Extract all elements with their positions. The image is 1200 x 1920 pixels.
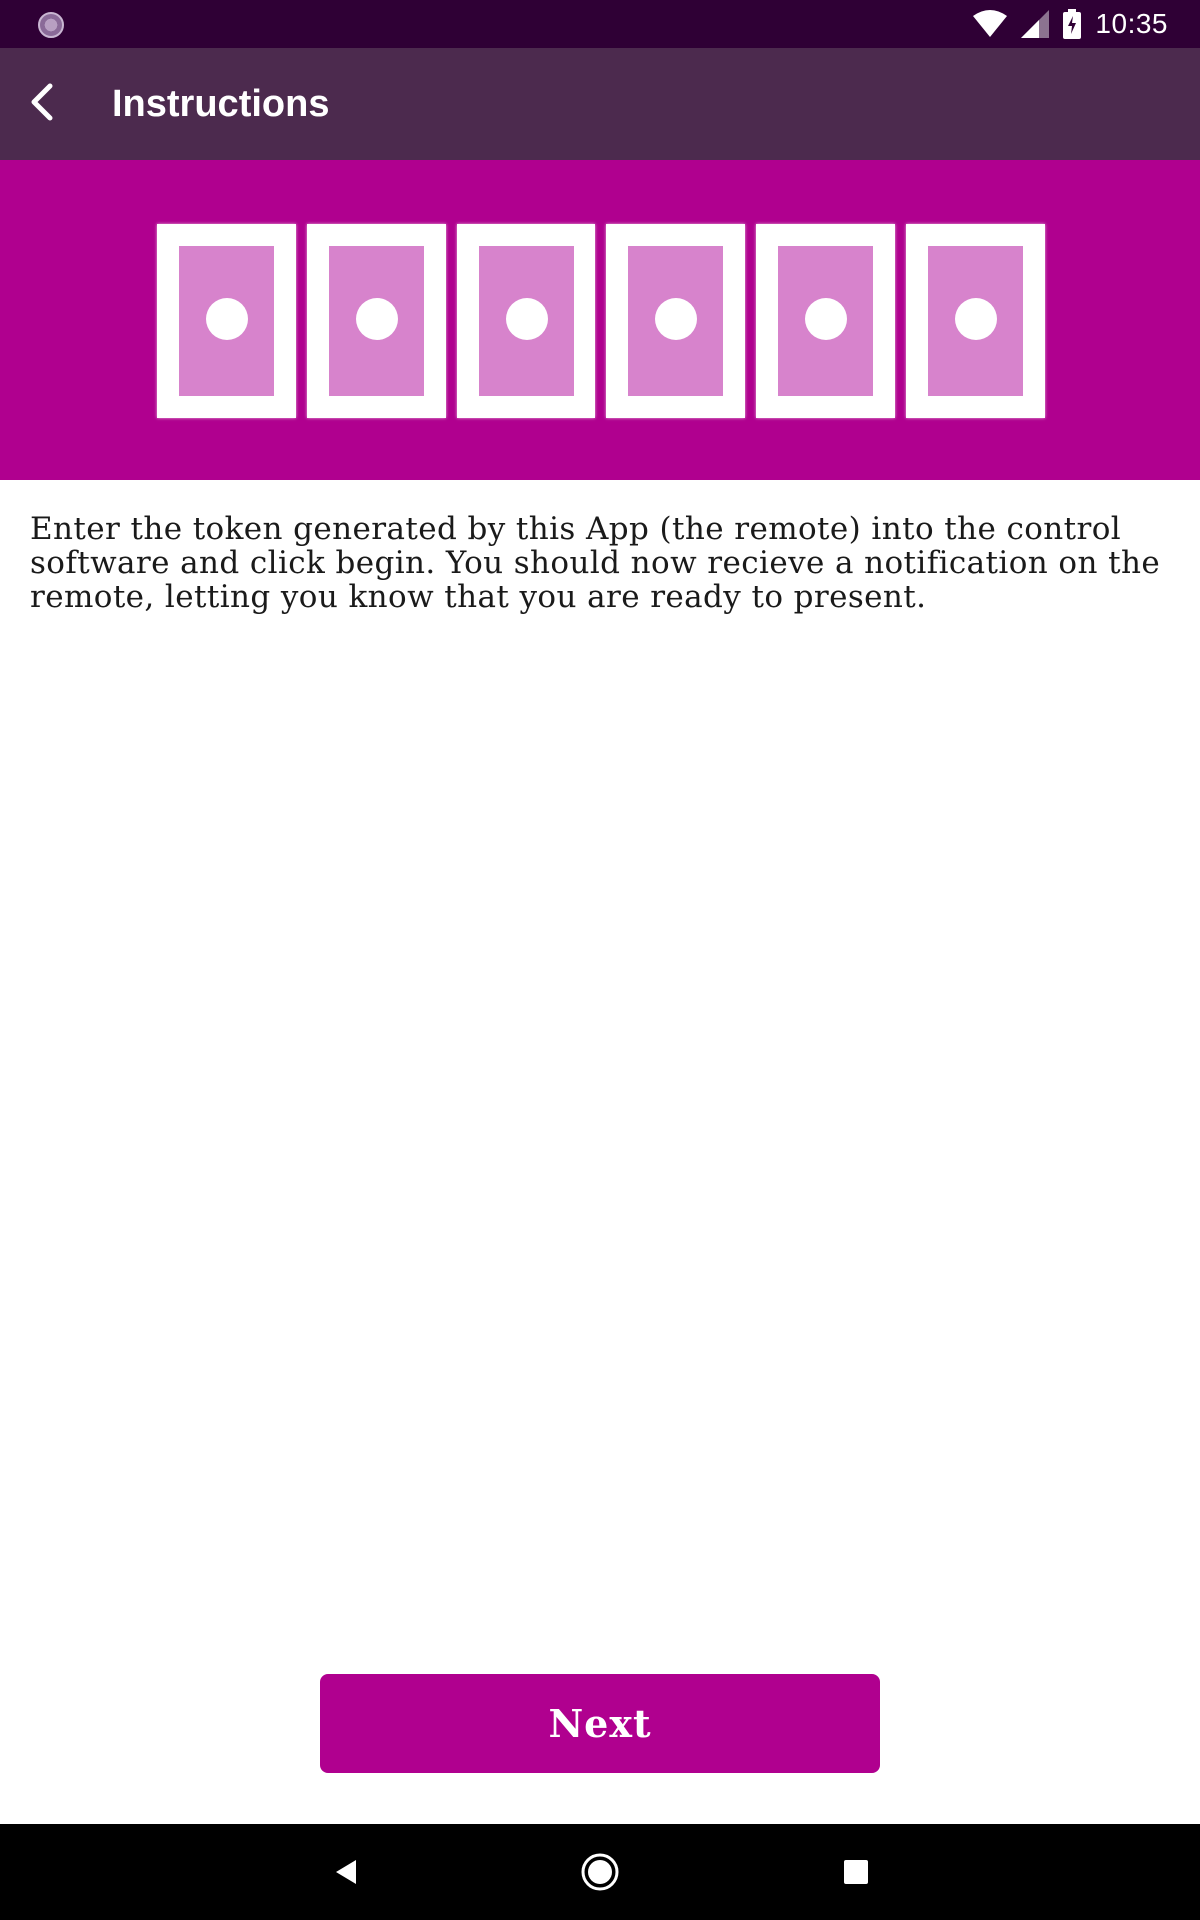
token-box	[306, 224, 446, 418]
token-box	[906, 224, 1045, 418]
token-dot	[655, 298, 698, 340]
navigation-bar	[0, 1824, 1200, 1920]
token-card	[328, 246, 424, 396]
nav-recents-icon[interactable]	[842, 1858, 870, 1886]
next-button[interactable]: Next	[320, 1674, 880, 1773]
nav-home-icon[interactable]	[580, 1852, 620, 1892]
back-button[interactable]	[10, 72, 74, 136]
status-bar: 10:35	[0, 0, 1200, 48]
token-dot	[355, 298, 398, 340]
wifi-icon	[973, 10, 1008, 38]
token-card	[478, 246, 574, 396]
token-card	[179, 246, 274, 396]
app-bar: Instructions	[0, 48, 1200, 160]
notification-icon	[38, 12, 64, 38]
token-dot	[805, 298, 848, 340]
token-box	[756, 224, 896, 418]
token-card	[928, 246, 1024, 396]
hero-banner	[0, 160, 1200, 480]
instructions-text: Enter the token generated by this App (t…	[30, 511, 1161, 615]
status-time: 10:35	[1095, 8, 1168, 39]
signal-icon	[1021, 10, 1050, 38]
token-illustration	[157, 224, 1045, 418]
token-box	[606, 224, 746, 418]
token-card	[628, 246, 724, 396]
battery-charging-icon	[1063, 9, 1082, 39]
token-dot	[955, 298, 998, 340]
nav-back-icon[interactable]	[330, 1854, 366, 1890]
token-box	[456, 224, 596, 418]
token-card	[778, 246, 874, 396]
chevron-left-icon	[28, 82, 56, 126]
token-dot	[206, 298, 248, 340]
status-right: 10:35	[973, 0, 1168, 48]
token-box	[157, 224, 296, 418]
token-dot	[505, 298, 548, 340]
page-title: Instructions	[112, 83, 330, 125]
screen: 10:35 Instructions Enter the token gener…	[0, 0, 1200, 1920]
